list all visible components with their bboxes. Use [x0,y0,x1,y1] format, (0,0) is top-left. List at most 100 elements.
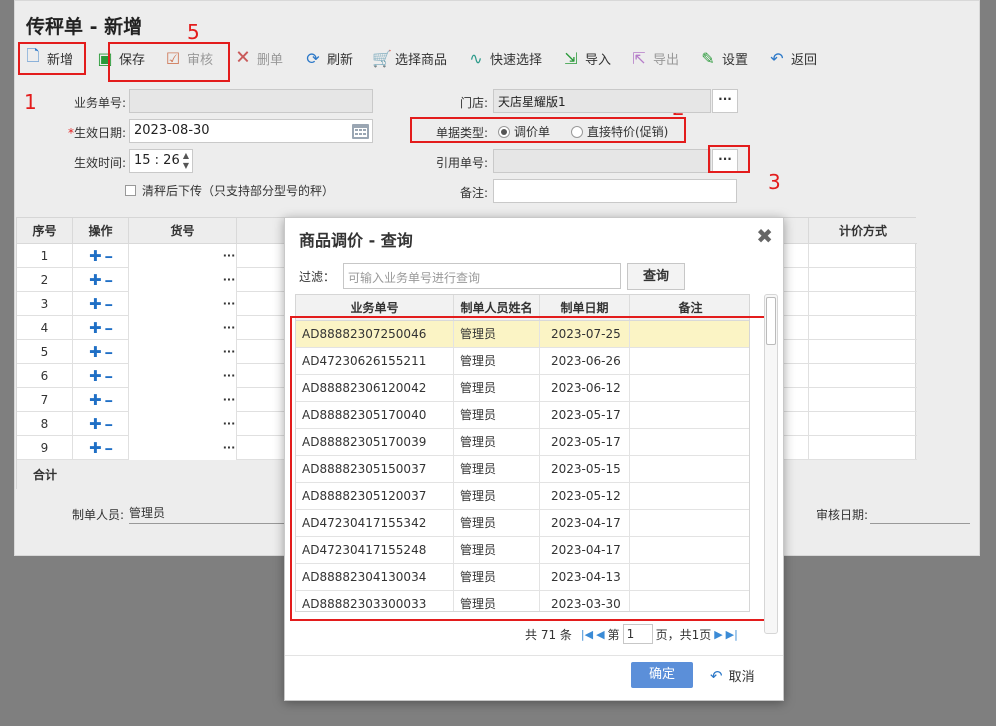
add-row-icon[interactable]: ✚ [89,295,102,313]
doc-type-option-special[interactable]: 直接特价(促销) [571,123,668,140]
radio-selected-icon[interactable] [498,126,510,138]
grid-row-index: 5 [17,340,73,364]
remove-row-icon[interactable]: ━ [105,443,112,456]
grid-row-actions: ✚ ━ [73,364,129,388]
remove-row-icon[interactable]: ━ [105,251,112,264]
grid-pricing-cell[interactable] [809,412,917,436]
doc-type-option-adjust[interactable]: 调价单 [498,123,550,140]
grid-item-picker-button[interactable]: ··· [221,412,237,436]
remove-row-icon[interactable]: ━ [105,371,112,384]
toolbar-refresh-button[interactable]: ⟳ 刷新 [304,42,353,74]
add-row-icon[interactable]: ✚ [89,391,102,409]
effective-time-label: 生效时间: [73,156,126,170]
grid-pricing-cell[interactable] [809,244,917,268]
grid-item-picker-button[interactable]: ··· [221,436,237,460]
grid-row-actions: ✚ ━ [73,388,129,412]
grid-total-label: 合计 [32,468,57,482]
creator-label: 制单人员: [71,508,124,522]
last-page-icon[interactable]: ▶| [726,628,738,641]
remove-row-icon[interactable]: ━ [105,395,112,408]
remove-row-icon[interactable]: ━ [105,419,112,432]
grid-pricing-cell[interactable] [809,268,917,292]
time-spinner-icon[interactable]: ▲ ▼ [183,151,189,171]
calendar-icon[interactable] [351,122,370,140]
grid-header-pricing-method: 计价方式 [809,218,917,244]
annotation-box-new [18,42,86,75]
clear-checkbox-row[interactable]: 清秤后下传（只支持部分型号的秤） [125,182,334,199]
add-row-icon[interactable]: ✚ [89,415,102,433]
grid-pricing-cell[interactable] [809,364,917,388]
add-row-icon[interactable]: ✚ [89,343,102,361]
prev-page-icon[interactable]: ◀ [596,628,604,641]
toolbar-label: 删单 [257,52,284,68]
export-icon: ⇱ [632,48,646,68]
grid-item-picker-button[interactable]: ··· [221,364,237,388]
grid-pricing-cell[interactable] [809,316,917,340]
add-row-icon[interactable]: ✚ [89,319,102,337]
toolbar-back-button[interactable]: ↶ 返回 [768,42,817,74]
remark-field[interactable] [493,179,737,203]
remove-row-icon[interactable]: ━ [105,299,112,312]
query-dialog: 商品调价 - 查询 ✖ 过滤： 可输入业务单号进行查询 查询 业务单号 制单人员… [284,217,784,701]
query-button[interactable]: 查询 [627,263,685,290]
store-picker-button[interactable]: ··· [712,89,738,113]
grid-item-picker-button[interactable]: ··· [221,292,237,316]
toolbar-pulse-button[interactable]: ∿ 快速选择 [467,42,542,74]
next-page-icon[interactable]: ▶ [714,628,722,641]
cancel-button[interactable]: ↶ 取消 [710,666,755,685]
grid-pricing-cell[interactable] [809,292,917,316]
page-title: 传秤单 - 新增 [26,16,143,38]
scrollbar-thumb[interactable] [766,297,776,345]
toolbar-import-button[interactable]: ⇲ 导入 [562,42,611,74]
toolbar-settings-edit-button[interactable]: ✎ 设置 [699,42,748,74]
effective-date-field[interactable]: 2023-08-30 [129,119,373,143]
doc-no-field[interactable] [129,89,373,113]
add-row-icon[interactable]: ✚ [89,247,102,265]
remove-row-icon[interactable]: ━ [105,323,112,336]
import-icon: ⇲ [564,48,578,68]
add-row-icon[interactable]: ✚ [89,439,102,457]
refresh-icon: ⟳ [306,48,320,68]
clear-checkbox[interactable] [125,185,136,196]
page-input[interactable]: 1 [622,624,653,644]
grid-pricing-cell[interactable] [809,340,917,364]
list-scrollbar[interactable] [764,294,778,634]
grid-row-actions: ✚ ━ [73,244,129,268]
add-row-icon[interactable]: ✚ [89,367,102,385]
effective-date-label: *生效日期: [67,126,126,140]
first-page-icon[interactable]: |◀ [581,628,593,641]
add-row-icon[interactable]: ✚ [89,271,102,289]
grid-pricing-cell[interactable] [809,436,917,460]
filter-label: 过滤： [299,270,336,284]
cart-icon: 🛒 [372,48,392,68]
ref-no-field[interactable] [493,149,711,173]
store-field[interactable]: 天店星耀版1 [493,89,711,113]
toolbar-cart-button[interactable]: 🛒 选择商品 [372,42,447,74]
grid-row-actions: ✚ ━ [73,436,129,460]
grid-row-index: 7 [17,388,73,412]
remove-row-icon[interactable]: ━ [105,347,112,360]
grid-item-picker-button[interactable]: ··· [221,244,237,268]
store-label: 门店: [459,96,488,110]
toolbar-delete-doc-button[interactable]: 🗙 删单 [234,42,283,74]
close-icon[interactable]: ✖ [756,224,773,248]
grid-item-picker-button[interactable]: ··· [221,388,237,412]
remove-row-icon[interactable]: ━ [105,275,112,288]
effective-time-field[interactable]: 15 : 26 ▲ ▼ [129,149,193,173]
toolbar-export-button[interactable]: ⇱ 导出 [630,42,679,74]
filter-input[interactable]: 可输入业务单号进行查询 [343,263,621,289]
settings-edit-icon: ✎ [701,48,715,68]
delete-doc-icon: 🗙 [236,45,250,65]
radio-unselected-icon[interactable] [571,126,583,138]
doc-no-label: 业务单号: [73,96,126,110]
toolbar-label: 导出 [653,52,680,68]
annotation-box-result-list [290,316,767,621]
effective-time-value: 15 : 26 [134,153,180,168]
grid-item-picker-button[interactable]: ··· [221,340,237,364]
toolbar-label: 设置 [722,52,749,68]
grid-header-index: 序号 [17,218,73,244]
ok-button[interactable]: 确定 [631,662,693,688]
grid-item-picker-button[interactable]: ··· [221,316,237,340]
grid-pricing-cell[interactable] [809,388,917,412]
grid-item-picker-button[interactable]: ··· [221,268,237,292]
